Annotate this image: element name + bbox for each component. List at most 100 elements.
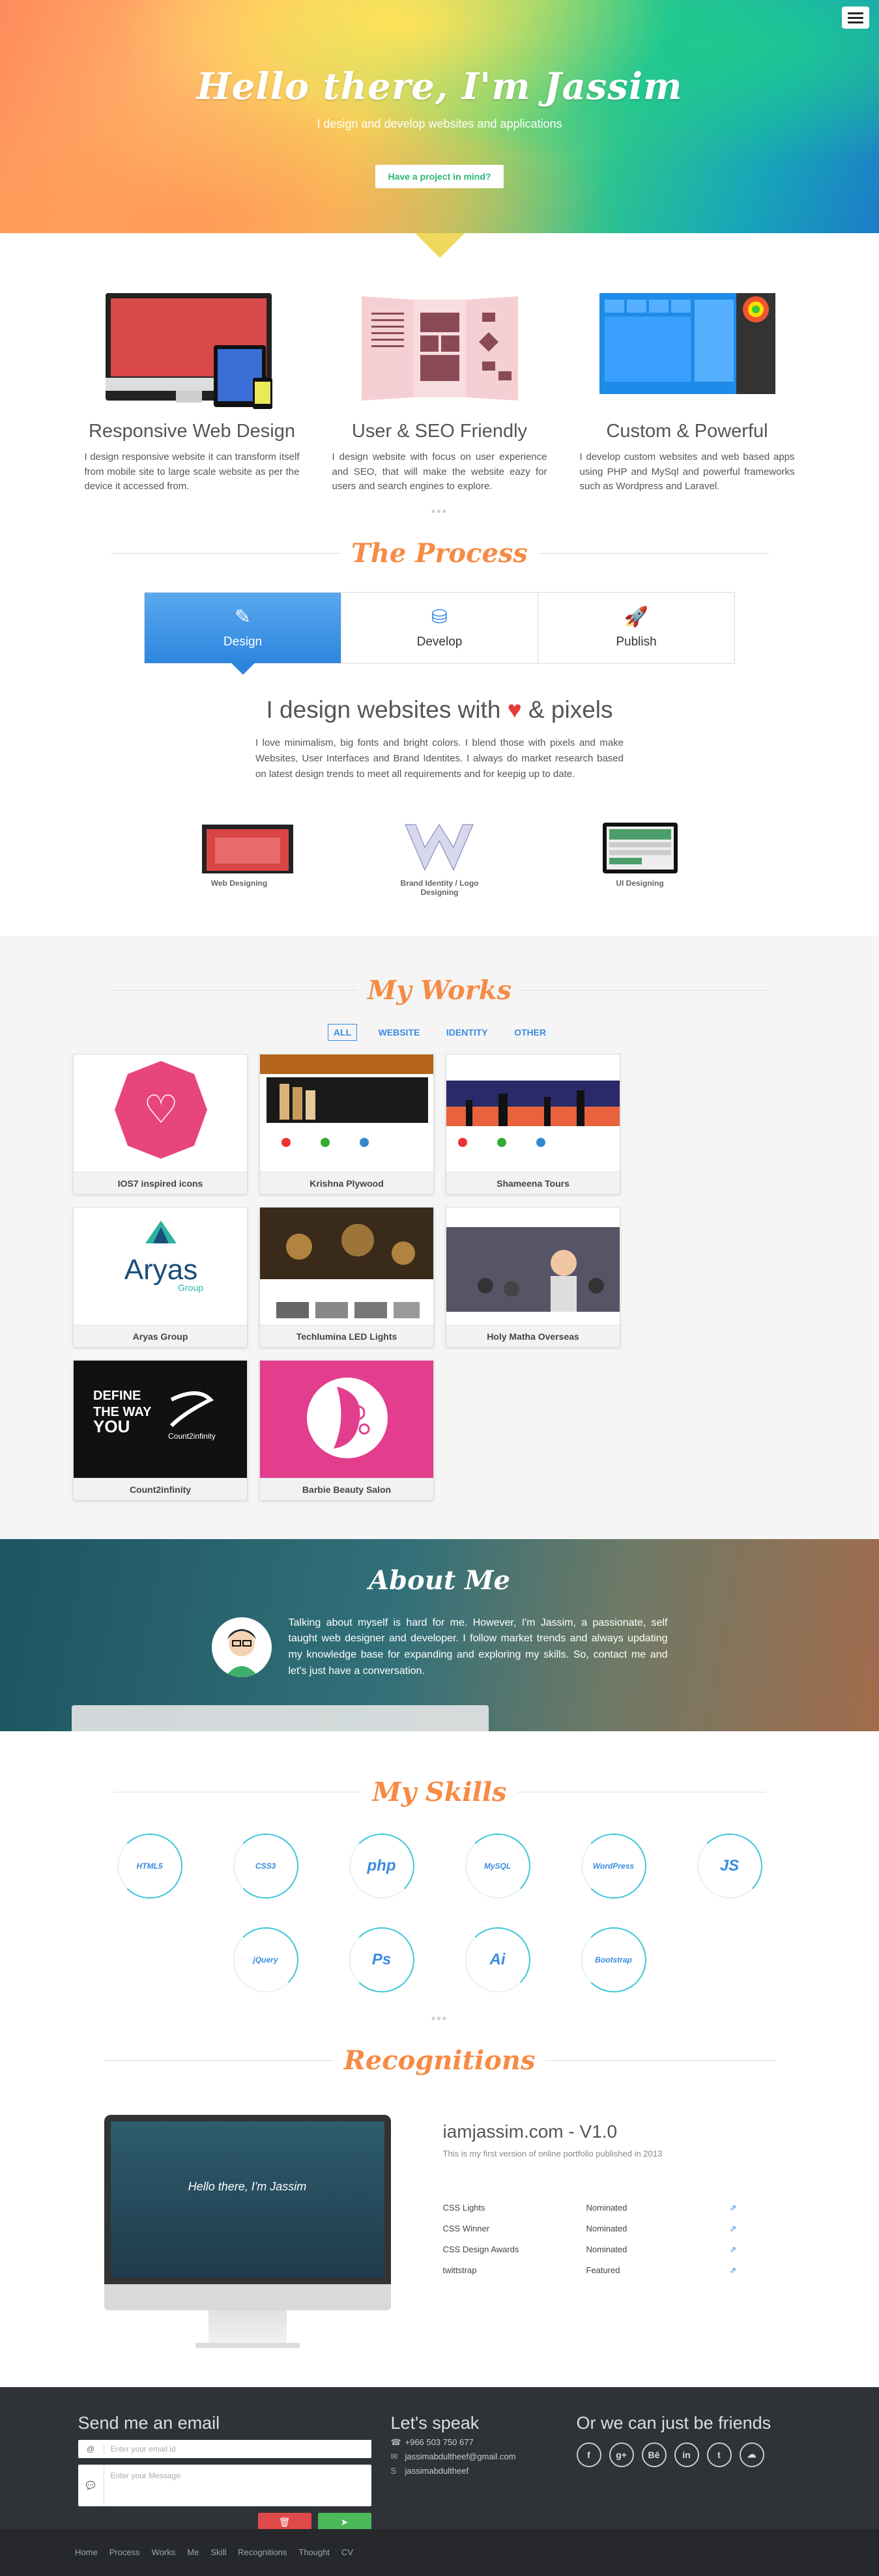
nav-process[interactable]: Process (109, 2547, 140, 2557)
hamburger-icon (848, 12, 863, 14)
section-divider-dots: ••• (431, 504, 448, 518)
service-web: Web Designing (186, 821, 293, 897)
message-textarea[interactable]: 💬 Enter your Message (78, 2464, 371, 2506)
monitor-illustration: Hello there, I'm Jassim (104, 2114, 391, 2348)
svg-text:YOU: YOU (93, 1417, 130, 1436)
work-caption: Barbie Beauty Salon (260, 1477, 433, 1500)
filter-all[interactable]: ALL (327, 1023, 358, 1041)
nav-home[interactable]: Home (75, 2547, 98, 2557)
skill-rings: HTML5 CSS3 php MySQL WordPress JS jQuery… (108, 1833, 772, 1992)
nav-skill[interactable]: Skill (210, 2547, 226, 2557)
design-services: Web Designing Brand Identity / Logo Desi… (186, 821, 694, 897)
work-card[interactable]: Krishna Plywood (259, 1053, 434, 1194)
skill-bootstrap: Bootstrap (581, 1927, 646, 1992)
external-link-icon[interactable]: ⇗ (730, 2198, 756, 2218)
process-intro: I design websites with ♥ & pixels I love… (0, 696, 879, 782)
skill-illustrator: Ai (465, 1927, 530, 1992)
external-link-icon[interactable]: ⇗ (730, 2218, 756, 2239)
about-title: About Me (369, 1564, 510, 1596)
tab-publish[interactable]: 🚀 Publish (538, 593, 734, 663)
google-plus-icon[interactable]: g+ (609, 2442, 634, 2467)
skill-jquery: jQuery (233, 1927, 298, 1992)
database-icon: ⛁ (431, 606, 448, 628)
work-card[interactable]: Barbie Beauty Salon (259, 1359, 434, 1500)
work-card[interactable]: Holy Matha Overseas (446, 1206, 620, 1347)
nav-cv[interactable]: CV (341, 2547, 353, 2557)
filter-other[interactable]: OTHER (509, 1025, 551, 1040)
nav-thought[interactable]: Thought (298, 2547, 330, 2557)
recognition-desc: This is my first version of online portf… (442, 2148, 663, 2158)
section-heading: Recognitions (104, 2045, 775, 2076)
table-row: CSS Lights Nominated ⇗ (443, 2198, 756, 2218)
work-caption: Holy Matha Overseas (446, 1324, 620, 1347)
features: Responsive Web Design I design responsiv… (85, 287, 795, 494)
skype-row[interactable]: Sjassimabdultheef (391, 2466, 557, 2476)
feature-text: I design responsive website it can trans… (84, 451, 300, 492)
ui-design-illustration (586, 821, 694, 873)
skills-title: My Skills (362, 1776, 517, 1807)
svg-text:Group: Group (178, 1282, 203, 1293)
work-thumbnail (260, 1360, 433, 1478)
work-card[interactable]: Aryas Group Aryas Group (73, 1206, 248, 1347)
speak-title: Let's speak (390, 2413, 480, 2433)
friends-title: Or we can just be friends (576, 2413, 771, 2433)
hero-notch (414, 233, 465, 258)
email-title: Send me an email (78, 2413, 220, 2433)
recognition-site: iamjassim.com - V1.0 (442, 2121, 618, 2142)
pencil-icon: ✎ (234, 606, 252, 628)
recognitions-title: Recognitions (333, 2045, 546, 2076)
wireframe-illustration (332, 287, 547, 410)
external-link-icon[interactable]: ⇗ (730, 2239, 756, 2260)
skill-wordpress: WordPress (581, 1833, 646, 1899)
chat-icon: 💬 (78, 2464, 104, 2506)
work-card[interactable]: Techlumina LED Lights (259, 1206, 434, 1347)
section-divider-dots: ••• (431, 2011, 448, 2025)
works-section: My Works ALL WEBSITE IDENTITY OTHER ♡ IO… (0, 935, 879, 1539)
nav-me[interactable]: Me (187, 2547, 199, 2557)
process-text: I love minimalism, big fonts and bright … (255, 737, 624, 780)
tab-design[interactable]: ✎ Design (145, 592, 341, 675)
nav-works[interactable]: Works (152, 2547, 176, 2557)
logo-design-illustration (386, 821, 493, 873)
nav-recognitions[interactable]: Recognitions (238, 2547, 287, 2557)
facebook-icon[interactable]: f (576, 2442, 601, 2467)
work-thumbnail (446, 1207, 620, 1325)
avatar (211, 1617, 272, 1678)
feature-text: I develop custom websites and web based … (579, 451, 795, 492)
filter-identity[interactable]: IDENTITY (441, 1025, 493, 1040)
filter-website[interactable]: WEBSITE (373, 1025, 425, 1040)
table-row: CSS Winner Nominated ⇗ (443, 2218, 756, 2239)
footer: Send me an email @ Enter your email id 💬 E… (0, 2386, 879, 2576)
soundcloud-icon[interactable]: ☁ (739, 2442, 764, 2467)
menu-button[interactable] (842, 7, 869, 29)
twitter-icon[interactable]: t (706, 2442, 732, 2467)
hero-title: Hello there, I'm Jassim (196, 65, 683, 108)
phone-row: ☎ +966 503 750 677 (390, 2437, 474, 2447)
section-heading: My Works (113, 974, 766, 1006)
email-form: Send me an email @ Enter your email id 💬 E… (78, 2413, 371, 2532)
work-card[interactable]: DEFINE THE WAY YOU Count2infinity Count2inf… (73, 1359, 248, 1500)
recognitions-section: Recognitions Hello there, I'm Jassim iam… (0, 2045, 879, 2348)
work-caption: Count2infinity (74, 1477, 247, 1500)
phone-icon: ☎ (390, 2437, 401, 2447)
app-ui-illustration (580, 287, 795, 410)
work-thumbnail (260, 1054, 433, 1172)
project-cta-button[interactable]: Have a project in mind? (375, 165, 504, 188)
hero-subtitle: I design and develop websites and applic… (317, 117, 562, 130)
work-thumbnail: DEFINE THE WAY YOU Count2infinity (74, 1360, 247, 1478)
work-caption: Aryas Group (74, 1324, 247, 1347)
skill-php: php (349, 1833, 414, 1899)
work-card[interactable]: Shameena Tours (446, 1053, 620, 1194)
work-card[interactable]: ♡ IOS7 inspired icons (73, 1053, 248, 1194)
social-links: Or we can just be friends f g+ Bē in t ☁ (576, 2413, 798, 2532)
email-input[interactable]: @ Enter your email id (78, 2439, 371, 2458)
linkedin-icon[interactable]: in (674, 2442, 699, 2467)
external-link-icon[interactable]: ⇗ (730, 2260, 756, 2281)
keyboard-backdrop (72, 1705, 489, 1731)
at-icon: @ (78, 2444, 104, 2454)
tab-develop[interactable]: ⛁ Develop (341, 592, 538, 663)
service-brand: Brand Identity / Logo Designing (386, 821, 493, 897)
behance-icon[interactable]: Bē (641, 2442, 667, 2467)
feature-title: User & SEO Friendly (351, 421, 528, 442)
email-row[interactable]: ✉ jassimabdultheef@gmail.com (391, 2452, 557, 2462)
